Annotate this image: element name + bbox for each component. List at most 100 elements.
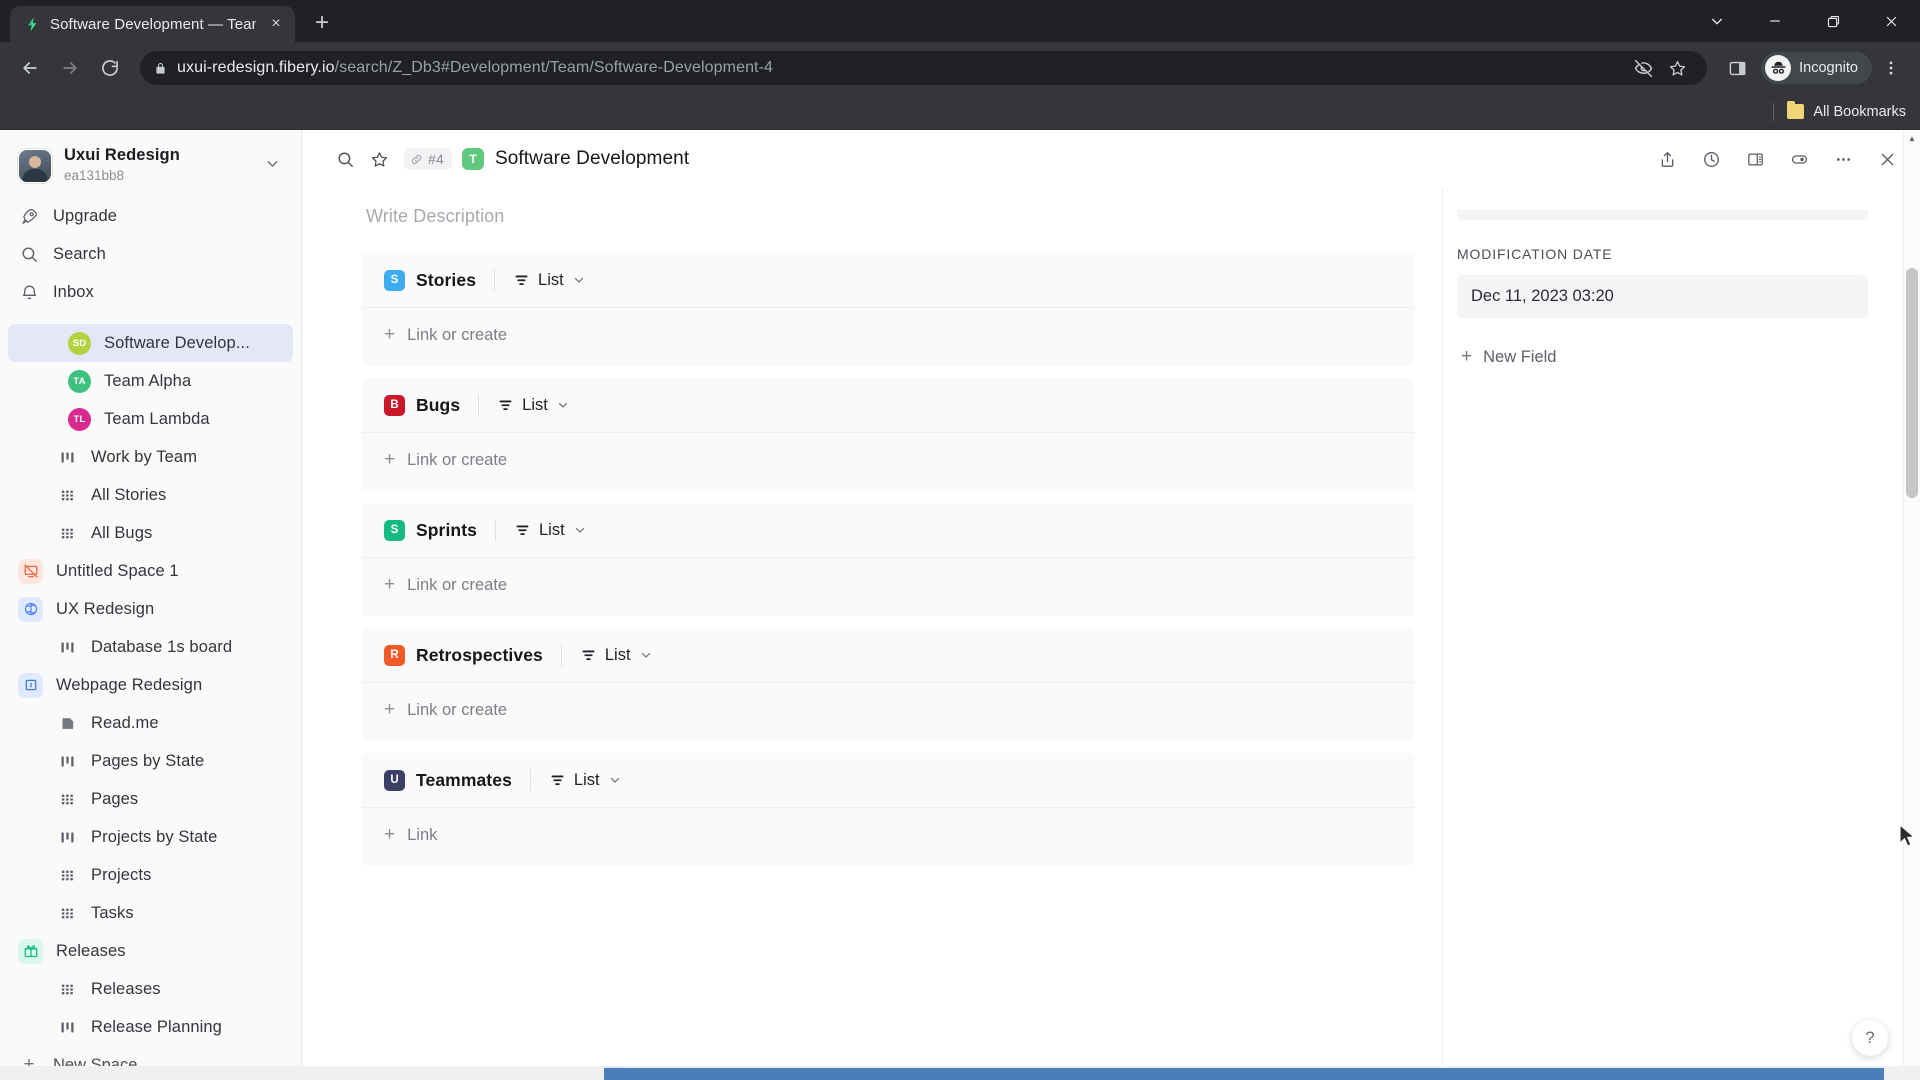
- avatar: [18, 148, 52, 183]
- page-title: Software Development: [494, 148, 690, 169]
- tab-close-icon[interactable]: ×: [265, 13, 287, 35]
- square-dot-icon: [18, 672, 43, 698]
- description-placeholder[interactable]: Write Description: [302, 188, 1442, 253]
- reload-button[interactable]: [92, 50, 128, 86]
- sidebar-item-label: Webpage Redesign: [56, 675, 203, 694]
- header-divider: [529, 769, 531, 791]
- link-or-create-label: Link or create: [407, 325, 508, 344]
- browser-tab[interactable]: Software Development — Team ×: [10, 6, 295, 42]
- close-window-button[interactable]: [1862, 0, 1920, 42]
- entity-id-chip[interactable]: #4: [404, 148, 452, 170]
- link-or-create-button[interactable]: + Link or create: [384, 574, 1392, 596]
- chevron-down-icon: [639, 648, 653, 662]
- back-button[interactable]: [12, 50, 48, 86]
- entity-initials-badge: SD: [68, 331, 91, 355]
- address-bar[interactable]: uxui-redesign.fibery.io/search/Z_Db3#Dev…: [140, 51, 1708, 85]
- relation-view-selector[interactable]: List: [497, 396, 570, 415]
- field-partial-above: [1457, 210, 1868, 220]
- sidebar-item-inbox[interactable]: Inbox: [8, 273, 293, 311]
- search-icon[interactable]: [328, 142, 362, 176]
- relation-body-bugs: + Link or create: [362, 432, 1414, 491]
- sidebar-item-search[interactable]: Search: [8, 235, 293, 273]
- sidebar-item-tasks[interactable]: Tasks: [8, 894, 293, 932]
- sidebar-item-projects[interactable]: Projects: [8, 856, 293, 894]
- sidebar-item-team-lambda[interactable]: TL Team Lambda: [8, 400, 293, 438]
- vertical-scrollbar[interactable]: ▲: [1903, 130, 1920, 1080]
- sidebar-item-pages[interactable]: Pages: [8, 780, 293, 818]
- relation-header-teammates: U Teammates List: [362, 753, 1414, 807]
- forward-button[interactable]: [52, 50, 88, 86]
- side-panel-icon[interactable]: [1719, 50, 1755, 86]
- bottom-scrollbar[interactable]: [0, 1066, 1920, 1080]
- sidebar-item-ux-redesign[interactable]: UX Redesign: [8, 590, 293, 628]
- tab-search-chevron-icon[interactable]: [1688, 0, 1746, 42]
- share-icon[interactable]: [1648, 140, 1686, 178]
- relation-view-selector[interactable]: List: [514, 521, 587, 540]
- minimize-button[interactable]: [1746, 0, 1804, 42]
- relation-body-retrospectives: + Link or create: [362, 682, 1414, 741]
- new-field-label: New Field: [1483, 347, 1557, 366]
- bookmark-star-icon[interactable]: [1661, 52, 1693, 84]
- sidebar-item-release-planning[interactable]: Release Planning: [8, 1008, 293, 1046]
- relation-view-selector[interactable]: List: [549, 771, 622, 790]
- link-or-create-button[interactable]: + Link or create: [384, 699, 1392, 721]
- sidebar-item-database-1s-board[interactable]: Database 1s board: [8, 628, 293, 666]
- incognito-profile-button[interactable]: Incognito: [1761, 52, 1872, 84]
- more-options-icon[interactable]: [1824, 140, 1862, 178]
- sidebar-item-all-stories[interactable]: All Stories: [8, 476, 293, 514]
- favorite-star-icon[interactable]: [362, 142, 396, 176]
- grid-view-icon: [56, 981, 78, 998]
- entity-fields-panel: MODIFICATION DATE Dec 11, 2023 03:20 + N…: [1442, 188, 1920, 1080]
- sidebar-item-read-me[interactable]: Read.me: [8, 704, 293, 742]
- sidebar-item-label: Projects by State: [91, 827, 218, 846]
- relation-sections: S Stories List + Link or create B Bugs L…: [302, 253, 1442, 878]
- relation-view-selector[interactable]: List: [580, 646, 653, 665]
- link-or-create-button[interactable]: + Link or create: [384, 324, 1392, 346]
- sidebar-item-upgrade[interactable]: Upgrade: [8, 197, 293, 235]
- sidebar-item-releases[interactable]: Releases: [8, 932, 293, 970]
- chevron-down-icon[interactable]: [264, 155, 287, 177]
- list-view-icon: [513, 272, 530, 289]
- relation-type-badge: S: [384, 519, 405, 541]
- rocket-icon: [18, 207, 40, 226]
- link-or-create-button[interactable]: + Link: [384, 824, 1392, 846]
- entity-view: #4 T Software Development Write Descript…: [302, 130, 1920, 1080]
- sidebar-item-untitled-space-1[interactable]: Untitled Space 1: [8, 552, 293, 590]
- sidebar-item-releases[interactable]: Releases: [8, 970, 293, 1008]
- grid-view-icon: [56, 905, 78, 922]
- new-tab-button[interactable]: +: [305, 6, 339, 40]
- list-view-icon: [497, 397, 514, 414]
- scroll-up-arrow-icon[interactable]: ▲: [1904, 130, 1920, 147]
- layout-panel-icon[interactable]: [1736, 140, 1774, 178]
- sidebar-item-projects-by-state[interactable]: Projects by State: [8, 818, 293, 856]
- help-button[interactable]: ?: [1852, 1020, 1888, 1056]
- sidebar-item-software-develop[interactable]: SD Software Develop...: [8, 324, 293, 363]
- all-bookmarks-label[interactable]: All Bookmarks: [1813, 104, 1906, 120]
- relation-view-selector[interactable]: List: [513, 271, 586, 290]
- field-value[interactable]: Dec 11, 2023 03:20: [1457, 275, 1868, 318]
- scrollbar-thumb[interactable]: [1906, 268, 1918, 498]
- sidebar-item-label: Work by Team: [91, 447, 198, 466]
- link-or-create-button[interactable]: + Link or create: [384, 449, 1392, 471]
- incognito-label: Incognito: [1799, 60, 1858, 76]
- workspace-switcher[interactable]: Uxui Redesign ea131bb8: [0, 138, 301, 197]
- maximize-restore-button[interactable]: [1804, 0, 1862, 42]
- new-field-button[interactable]: + New Field: [1457, 318, 1868, 368]
- board-view-icon: [56, 639, 78, 656]
- sidebar-item-all-bugs[interactable]: All Bugs: [8, 514, 293, 552]
- sidebar-item-team-alpha[interactable]: TA Team Alpha: [8, 362, 293, 400]
- relation-section: S Sprints List + Link or create: [362, 503, 1414, 616]
- kebab-menu-icon[interactable]: [1874, 50, 1908, 86]
- sidebar-item-webpage-redesign[interactable]: Webpage Redesign: [8, 666, 293, 704]
- eye-off-icon[interactable]: [1627, 52, 1659, 84]
- relation-section: R Retrospectives List + Link or create: [362, 628, 1414, 741]
- visibility-toggle-icon[interactable]: [1780, 140, 1818, 178]
- sidebar-item-label: Pages by State: [91, 751, 205, 770]
- scrollbar-fill[interactable]: [604, 1068, 1884, 1080]
- history-icon[interactable]: [1692, 140, 1730, 178]
- browser-right-controls: Incognito: [1719, 50, 1908, 86]
- relation-header-stories: S Stories List: [362, 253, 1414, 307]
- close-icon[interactable]: [1868, 140, 1906, 178]
- sidebar-item-pages-by-state[interactable]: Pages by State: [8, 742, 293, 780]
- sidebar-item-work-by-team[interactable]: Work by Team: [8, 438, 293, 476]
